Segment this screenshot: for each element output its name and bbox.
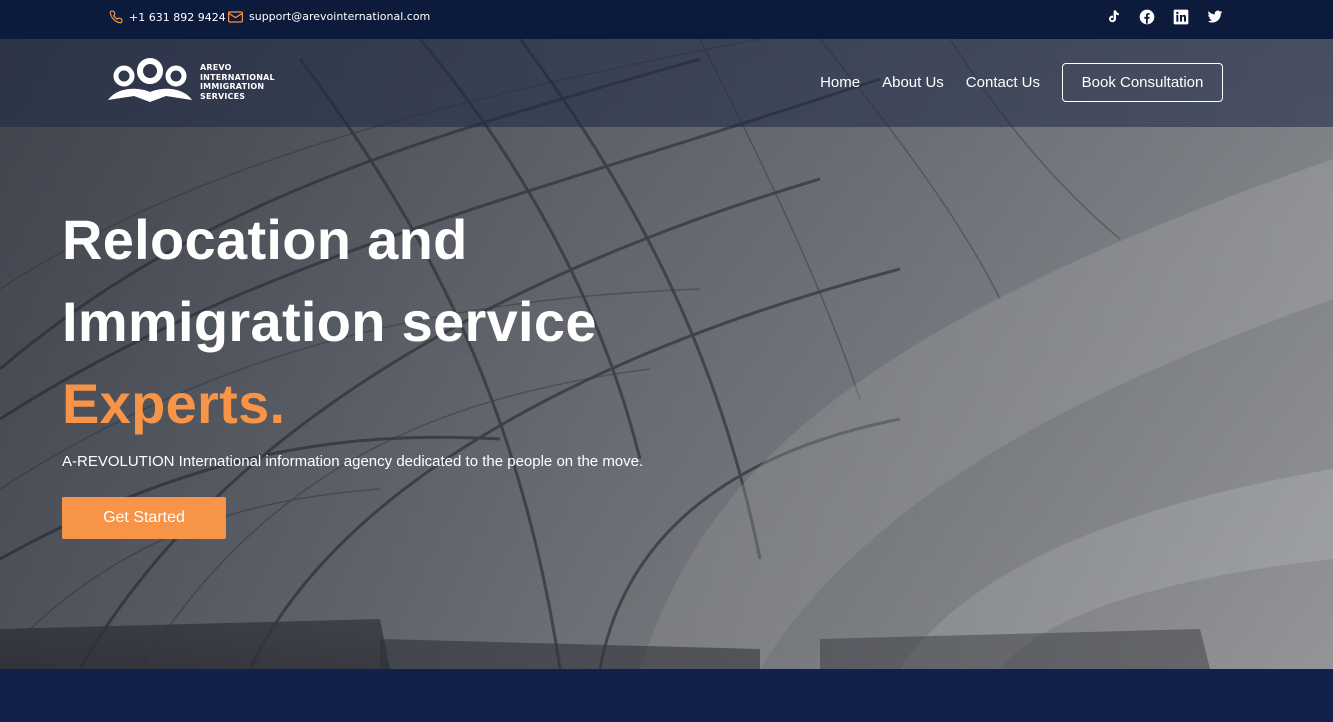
brand-line: IMMIGRATION	[200, 82, 265, 91]
email-address: support@arevointernational.com	[249, 10, 431, 23]
book-consultation-button[interactable]: Book Consultation	[1062, 63, 1223, 102]
linkedin-icon[interactable]	[1173, 9, 1189, 25]
headline-accent: Experts.	[62, 372, 286, 435]
main-nav: Home About Us Contact Us Book Consultati…	[798, 63, 1223, 102]
phone-icon	[109, 10, 123, 24]
nav-home[interactable]: Home	[820, 74, 860, 91]
brand-line: AREVO	[200, 63, 232, 72]
nav-about[interactable]: About Us	[882, 74, 944, 91]
twitter-icon[interactable]	[1207, 9, 1223, 25]
brand-line: SERVICES	[200, 91, 246, 101]
hero-subtext: A-REVOLUTION International information a…	[62, 453, 644, 470]
top-bar: +1 631 892 9424 support@arevointernation…	[0, 0, 1333, 39]
email-contact[interactable]: support@arevointernational.com	[228, 10, 430, 23]
people-logo-icon	[106, 56, 194, 108]
tiktok-icon[interactable]	[1105, 9, 1121, 25]
hero-section: AREVO INTERNATIONAL IMMIGRATION SERVICES…	[0, 39, 1333, 669]
get-started-button[interactable]: Get Started	[62, 497, 226, 539]
hero-content: Relocation and Immigration service Exper…	[62, 199, 652, 539]
mail-icon	[228, 10, 243, 23]
nav-contact[interactable]: Contact Us	[966, 74, 1040, 91]
brand-logo[interactable]: AREVO INTERNATIONAL IMMIGRATION SERVICES	[106, 56, 280, 108]
headline-line-2: Immigration service	[62, 290, 597, 353]
phone-number: +1 631 892 9424	[129, 10, 226, 24]
social-links	[1105, 9, 1223, 25]
facebook-icon[interactable]	[1139, 9, 1155, 25]
brand-name: AREVO INTERNATIONAL IMMIGRATION SERVICES	[200, 63, 280, 101]
phone-contact[interactable]: +1 631 892 9424	[109, 10, 226, 24]
next-section-band	[0, 669, 1333, 722]
headline-line-1: Relocation and	[62, 208, 468, 271]
hero-headline: Relocation and Immigration service Exper…	[62, 199, 652, 445]
navbar: AREVO INTERNATIONAL IMMIGRATION SERVICES…	[0, 39, 1333, 127]
brand-line: INTERNATIONAL	[200, 72, 275, 82]
